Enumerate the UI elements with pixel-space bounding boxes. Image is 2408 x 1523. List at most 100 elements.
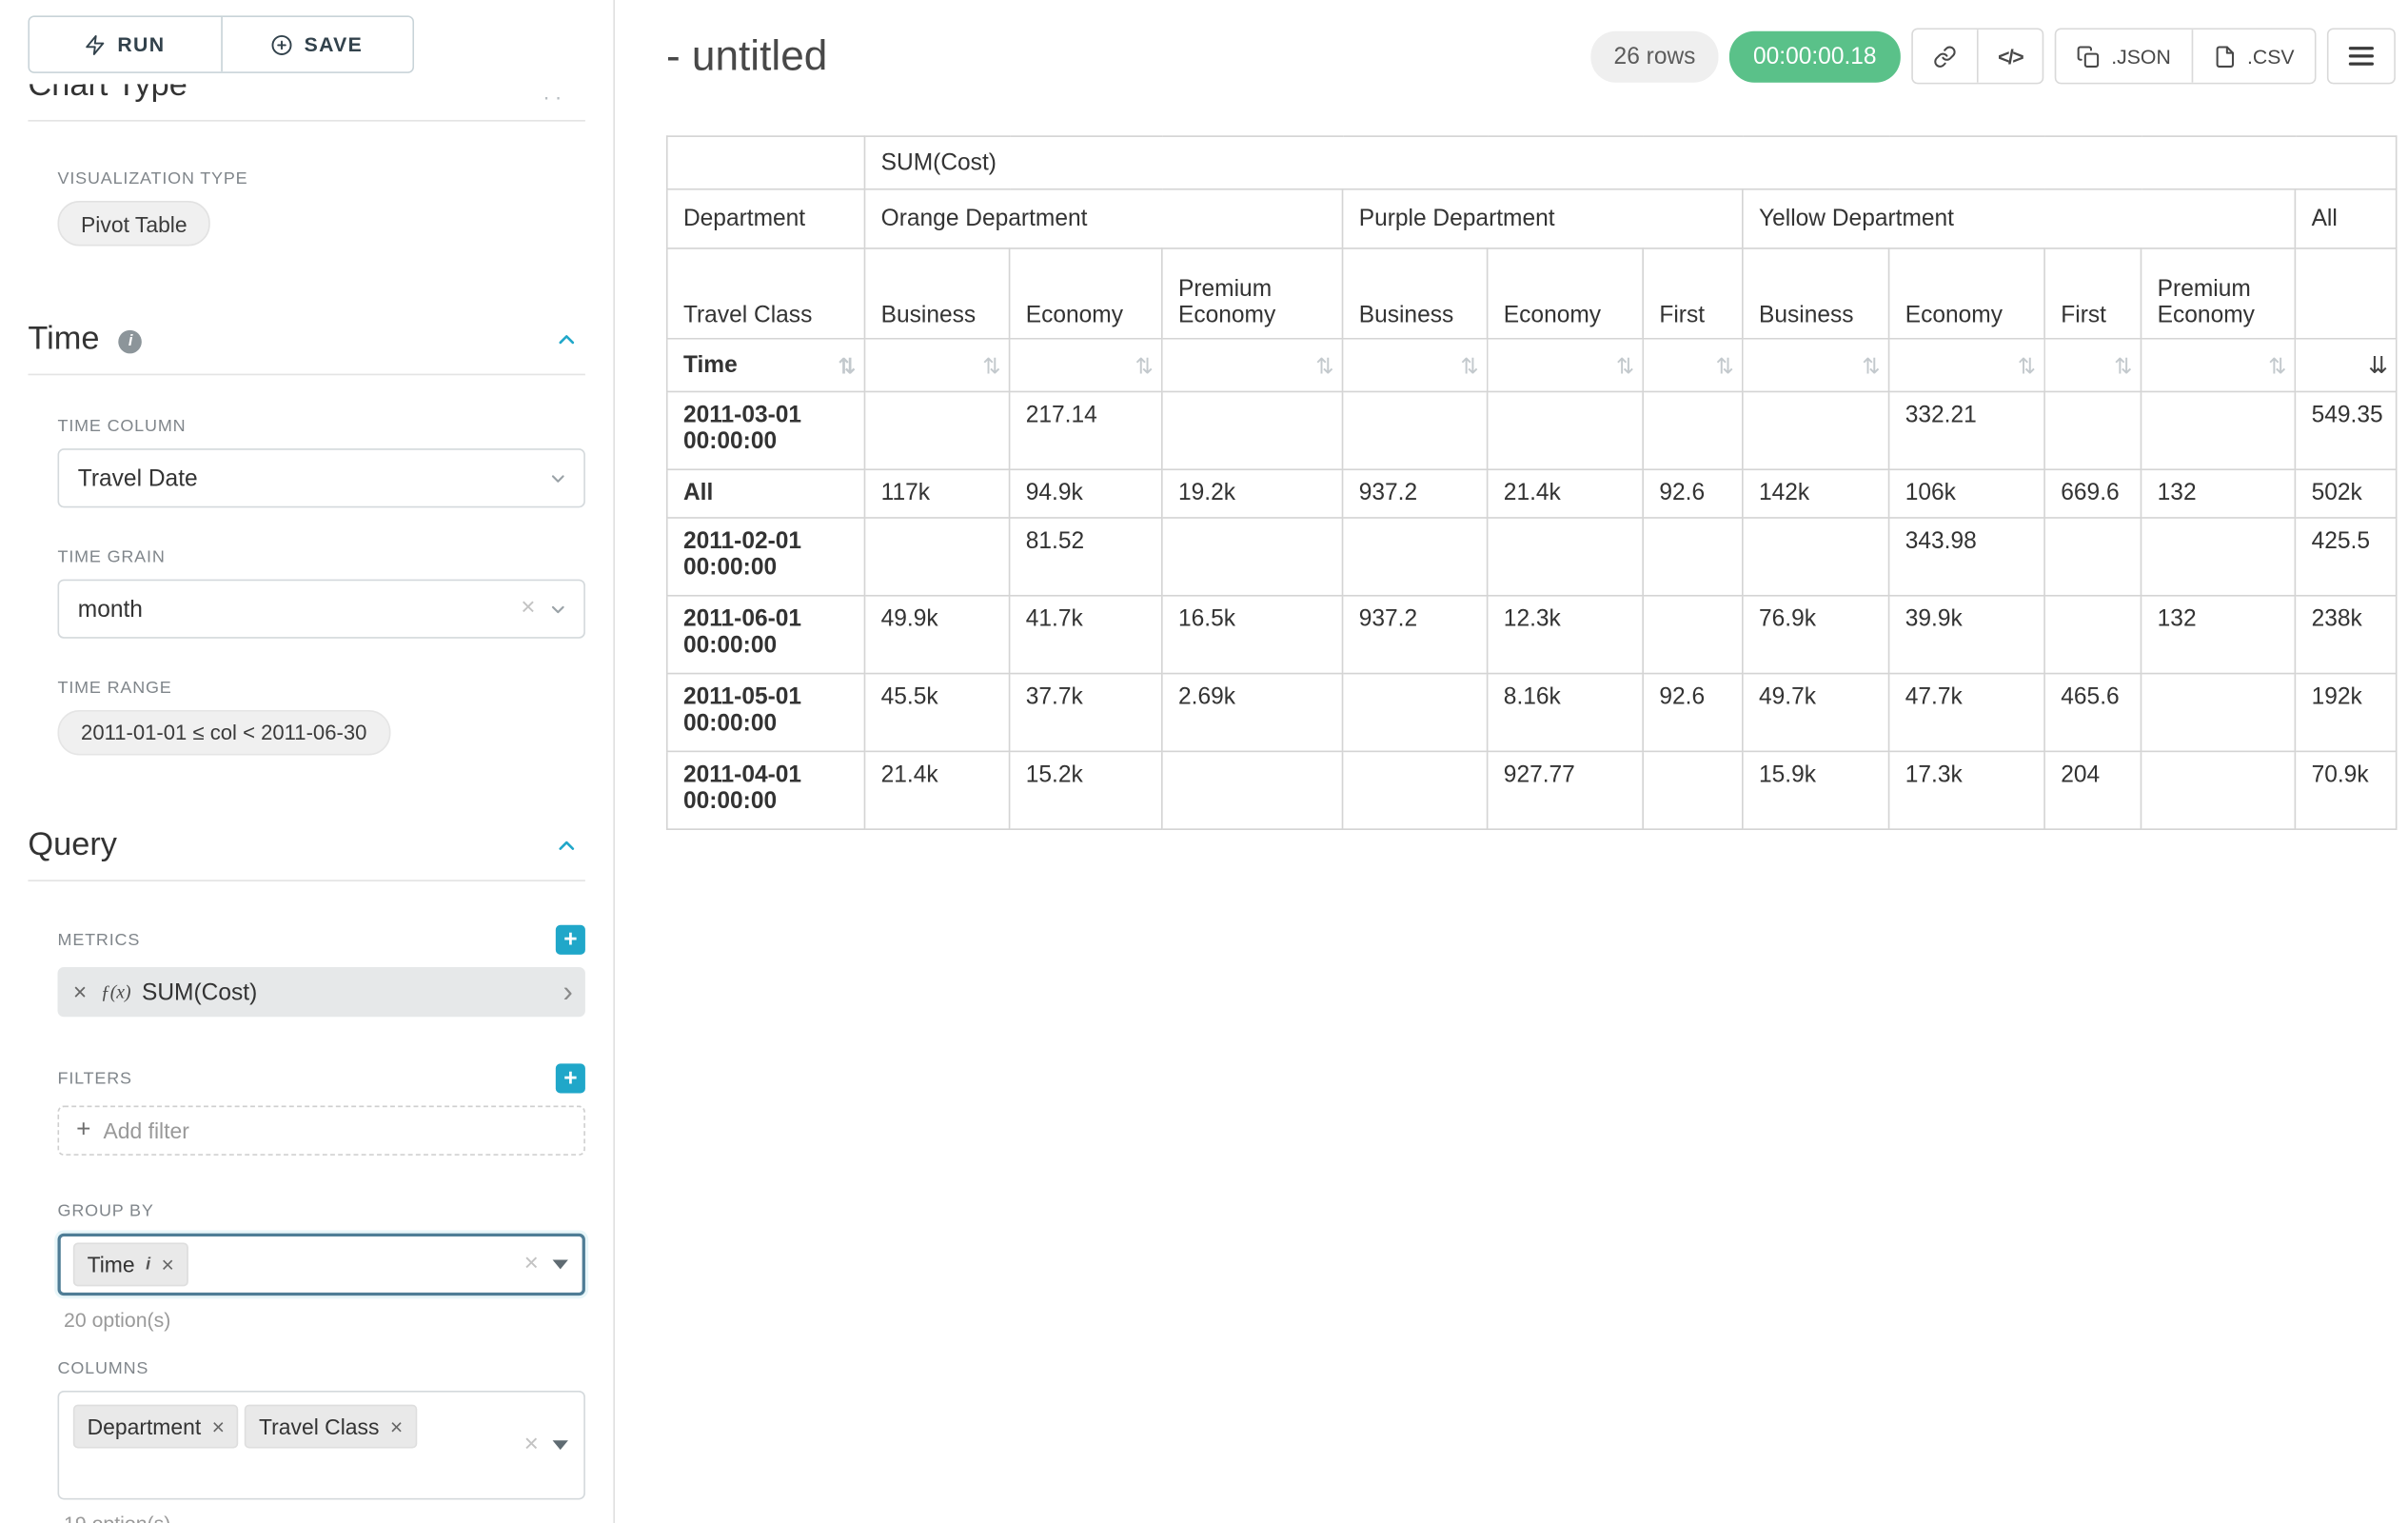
pivot-travel-class-header: Premium Economy xyxy=(2141,248,2295,339)
pivot-cell xyxy=(1162,518,1343,596)
chip-label: Department xyxy=(88,1414,202,1438)
query-timer-badge: 00:00:00.18 xyxy=(1729,30,1900,82)
pivot-cell xyxy=(1162,751,1343,829)
pivot-cell xyxy=(1743,518,1889,596)
chevron-right-icon[interactable]: › xyxy=(563,978,572,1007)
chip-label: Travel Class xyxy=(259,1414,379,1438)
pivot-cell xyxy=(1643,596,1743,674)
pivot-metric-header: SUM(Cost) xyxy=(864,136,2396,189)
chart-type-heading: Chart Type xyxy=(28,84,584,104)
sort-icon[interactable]: ⇅ xyxy=(1460,354,1478,376)
export-button-group: .JSON .CSV xyxy=(2055,28,2316,84)
sort-icon[interactable]: ⇅ xyxy=(2114,354,2132,376)
pivot-cell: 76.9k xyxy=(1743,596,1889,674)
run-button[interactable]: RUN xyxy=(30,17,220,71)
pivot-cell: 21.4k xyxy=(864,751,1009,829)
clear-icon[interactable]: × xyxy=(524,1433,539,1457)
sort-icon[interactable]: ⇅ xyxy=(838,354,856,376)
columns-chip-travel-class[interactable]: Travel Class × xyxy=(245,1405,417,1449)
sort-icon[interactable]: ⇅ xyxy=(2018,354,2036,376)
pivot-sort-cell: ⇊ xyxy=(2295,339,2397,392)
export-json-button[interactable]: .JSON xyxy=(2057,30,2191,83)
sort-icon[interactable]: ⇅ xyxy=(1862,354,1880,376)
time-column-select[interactable]: Travel Date xyxy=(58,448,585,507)
pivot-cell xyxy=(2141,751,2295,829)
pivot-cell: 2.69k xyxy=(1162,674,1343,752)
add-filter-button[interactable]: + Add filter xyxy=(58,1106,585,1156)
more-options-button[interactable] xyxy=(2329,30,2395,83)
save-button[interactable]: SAVE xyxy=(220,17,412,71)
visualization-type-value[interactable]: Pivot Table xyxy=(58,201,211,246)
pivot-cell: 238k xyxy=(2295,596,2397,674)
sort-icon[interactable]: ⇅ xyxy=(1716,354,1734,376)
pivot-cell xyxy=(1643,751,1743,829)
clear-icon[interactable]: × xyxy=(524,1252,539,1276)
pivot-cell: 17.3k xyxy=(1889,751,2045,829)
pivot-sort-cell: ⇅ xyxy=(864,339,1009,392)
sort-icon[interactable]: ⇅ xyxy=(2268,354,2286,376)
pivot-cell: 47.7k xyxy=(1889,674,2045,752)
metric-chip[interactable]: × ƒ(x) SUM(Cost) › xyxy=(58,967,585,1017)
chevron-up-icon[interactable] xyxy=(554,327,579,352)
clipped-caret-icon: ·· xyxy=(543,84,566,109)
pivot-col-dimension-label: Department xyxy=(667,189,865,248)
column-info-icon: i xyxy=(146,1256,150,1275)
columns-select[interactable]: Department × Travel Class × × xyxy=(58,1391,585,1500)
pivot-cell xyxy=(2044,518,2141,596)
chart-type-section-header[interactable]: Chart Type ·· xyxy=(28,84,584,121)
sort-icon-active[interactable]: ⇊ xyxy=(2368,353,2388,377)
pivot-sort-cell: ⇅ xyxy=(1889,339,2045,392)
time-grain-label: TIME GRAIN xyxy=(58,548,585,567)
remove-chip-icon[interactable]: × xyxy=(390,1415,403,1437)
chevron-up-icon[interactable] xyxy=(554,833,579,858)
time-range-value[interactable]: 2011-01-01 ≤ col < 2011-06-30 xyxy=(58,710,390,755)
run-button-label: RUN xyxy=(117,32,165,56)
sort-icon[interactable]: ⇅ xyxy=(982,354,1000,376)
add-metric-button[interactable]: + xyxy=(556,925,585,955)
visualization-type-label: VISUALIZATION TYPE xyxy=(58,169,585,188)
pivot-cell: 49.9k xyxy=(864,596,1009,674)
sort-icon[interactable]: ⇅ xyxy=(1315,354,1333,376)
add-filter-plus-button[interactable]: + xyxy=(556,1063,585,1093)
remove-chip-icon[interactable]: × xyxy=(162,1254,174,1276)
remove-metric-icon[interactable]: × xyxy=(73,979,87,1005)
pivot-cell: 49.7k xyxy=(1743,674,1889,752)
time-section-header[interactable]: Time i xyxy=(28,321,584,375)
pivot-row-dimension-label: Time⇅ xyxy=(667,339,865,392)
pivot-table-row: 2011-05-01 00:00:0045.5k37.7k2.69k8.16k9… xyxy=(667,674,2397,752)
row-count-badge: 26 rows xyxy=(1590,30,1719,82)
hamburger-menu-icon xyxy=(2349,47,2374,66)
time-section-title: Time xyxy=(28,321,99,357)
copy-link-button[interactable] xyxy=(1912,30,1976,83)
pivot-cell xyxy=(2141,674,2295,752)
info-icon: i xyxy=(119,330,143,354)
groupby-select[interactable]: Time i × × xyxy=(58,1234,585,1296)
pivot-travel-class-header: Economy xyxy=(1889,248,2045,339)
query-section-header[interactable]: Query xyxy=(28,827,584,881)
control-panel: RUN SAVE Chart Type ·· VISUALIZATION TYP… xyxy=(0,0,615,1523)
groupby-chip-time[interactable]: Time i × xyxy=(73,1243,188,1287)
view-query-button[interactable]: </> xyxy=(1976,30,2043,83)
pivot-cell xyxy=(2141,391,2295,469)
pivot-table-container: SUM(Cost)DepartmentOrange DepartmentPurp… xyxy=(666,135,2396,830)
code-icon: </> xyxy=(1998,45,2023,69)
pivot-travel-class-header: Business xyxy=(1343,248,1488,339)
pivot-cell: 217.14 xyxy=(1010,391,1162,469)
clear-icon[interactable]: × xyxy=(521,597,535,622)
pivot-cell: 16.5k xyxy=(1162,596,1343,674)
pivot-travel-class-header: Economy xyxy=(1488,248,1644,339)
pivot-row-label: 2011-05-01 00:00:00 xyxy=(667,674,865,752)
pivot-sort-cell: ⇅ xyxy=(2141,339,2295,392)
pivot-table-row: 2011-06-01 00:00:0049.9k41.7k16.5k937.21… xyxy=(667,596,2397,674)
remove-chip-icon[interactable]: × xyxy=(212,1415,225,1437)
export-csv-button[interactable]: .CSV xyxy=(2191,30,2315,83)
chart-title[interactable]: - untitled xyxy=(666,32,827,81)
sort-icon[interactable]: ⇅ xyxy=(1616,354,1634,376)
pivot-cell: 937.2 xyxy=(1343,469,1488,518)
time-grain-select[interactable]: month × xyxy=(58,580,585,639)
columns-chip-department[interactable]: Department × xyxy=(73,1405,239,1449)
pivot-cell: 502k xyxy=(2295,469,2397,518)
add-filter-label: Add filter xyxy=(103,1118,188,1143)
query-section-title: Query xyxy=(28,827,117,864)
sort-icon[interactable]: ⇅ xyxy=(1135,354,1154,376)
